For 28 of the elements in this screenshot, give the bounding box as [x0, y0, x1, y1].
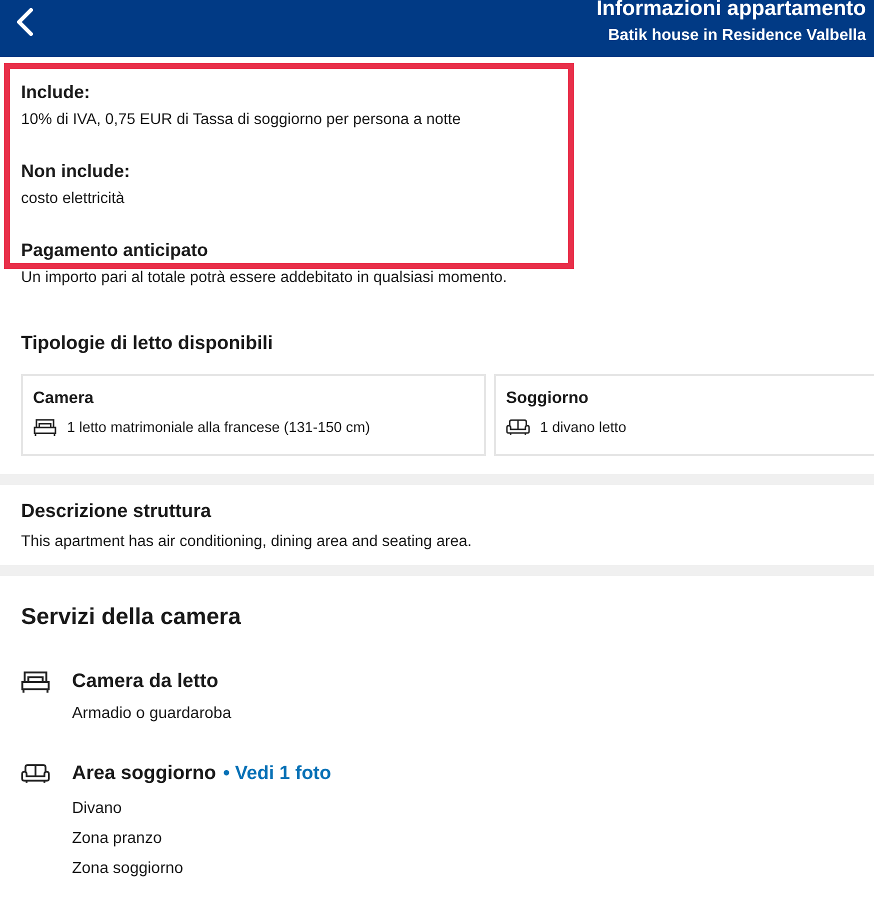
bed-icon: [21, 670, 50, 694]
bed-text: 1 letto matrimoniale alla francese (131-150 cm): [67, 418, 370, 436]
window-title: Informazioni appartamento: [596, 0, 866, 22]
bed-icon: [33, 418, 57, 437]
policy-title: Include:: [21, 81, 92, 103]
sofa-icon: [506, 418, 530, 437]
window-subtitle: Batik house in Residence Valbella: [608, 26, 866, 46]
service-item: Divano: [72, 798, 123, 818]
policy-title: Pagamento anticipato: [21, 239, 210, 261]
service-title: Area soggiorno: [72, 761, 216, 786]
section-title: Servizi della camera: [21, 602, 242, 630]
service-item: Armadio o guardaroba: [72, 704, 232, 724]
description-text: This apartment has air conditioning, dining area and seating area.: [21, 532, 473, 552]
policy-title: Non include:: [21, 160, 131, 182]
policy-text: costo elettricità: [21, 189, 126, 209]
bed-text: 1 divano letto: [540, 418, 626, 436]
section-title: Tipologie di letto disponibili: [21, 332, 274, 356]
sofa-icon: [21, 762, 50, 786]
back-icon[interactable]: [14, 7, 36, 37]
policy-text: Un importo pari al totale potrà essere addebitato in qualsiasi momento.: [21, 268, 508, 288]
policy-text: 10% di IVA, 0,75 EUR di Tassa di soggiorno per persona a notte: [21, 110, 462, 130]
room-name: Camera: [33, 388, 95, 408]
room-name: Soggiorno: [506, 388, 590, 408]
service-item: Zona pranzo: [72, 828, 163, 848]
photo-link[interactable]: • Vedi 1 foto: [223, 760, 332, 788]
service-item: Zona soggiorno: [72, 858, 184, 878]
service-title: Camera da letto: [72, 669, 218, 694]
section-title: Descrizione struttura: [21, 500, 212, 524]
